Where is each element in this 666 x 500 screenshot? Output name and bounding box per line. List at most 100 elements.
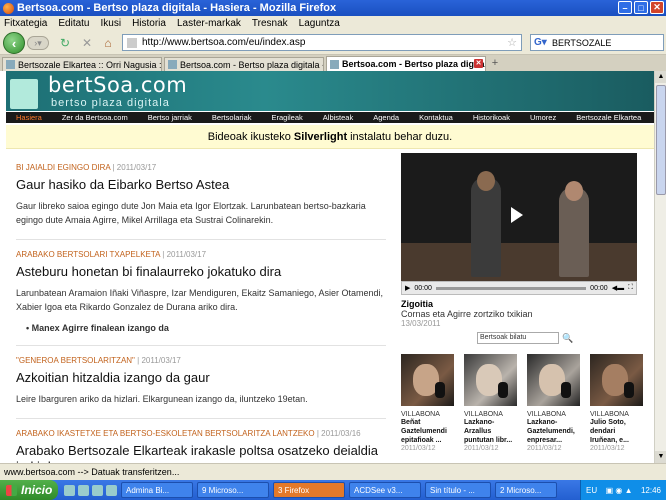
quicklaunch-icon[interactable] — [78, 484, 89, 496]
search-box[interactable]: G▾ BERTSOZALE — [530, 34, 664, 51]
taskbar-item[interactable]: 9 Microso... — [197, 482, 269, 498]
url-bar[interactable]: http://www.bertsoa.com/eu/index.asp ☆ — [122, 34, 522, 51]
window-titlebar: Bertsoa.com - Bertso plaza digitala - Ha… — [0, 0, 666, 16]
search-engine-icon[interactable]: G▾ — [534, 37, 552, 48]
tab-2[interactable]: Bertsoa.com - Bertso plaza digitala - Ze… — [164, 57, 324, 71]
site-nav-zer-da[interactable]: Zer da Bertsoa.com — [52, 113, 138, 122]
video-time-current: 00:00 — [414, 284, 432, 292]
site-nav-bertsozale-elkartea[interactable]: Bertsozale Elkartea — [566, 113, 651, 122]
site-nav-kontaktua[interactable]: Kontaktua — [409, 113, 463, 122]
thumb-title[interactable]: Lazkano-Arzallus puntutan libr... — [464, 418, 517, 445]
reload-icon[interactable]: ↻ — [58, 36, 72, 50]
video-player[interactable] — [401, 153, 637, 281]
thumb-date: 2011/03/12 — [464, 445, 499, 452]
taskbar-item[interactable]: Admina Bi... — [121, 482, 193, 498]
menu-fitxategia[interactable]: Fitxategia — [4, 18, 47, 29]
stop-icon[interactable]: ✕ — [80, 36, 94, 50]
site-nav-hasiera[interactable]: Hasiera — [6, 113, 52, 122]
site-nav-bertso-jarriak[interactable]: Bertso jarriak — [138, 113, 202, 122]
video-stage — [401, 243, 637, 281]
thumb-place: VILLABONA — [401, 411, 440, 418]
start-button[interactable]: Inicio — [0, 480, 58, 500]
maximize-button[interactable]: □ — [634, 1, 648, 14]
taskbar-item[interactable]: 2 Microso... — [495, 482, 557, 498]
minimize-button[interactable]: – — [618, 1, 632, 14]
quicklaunch-icon[interactable] — [106, 484, 117, 496]
video-controls: ▶ 00:00 00:00 ◀▬ ⛶ — [401, 281, 637, 295]
menu-laguntza[interactable]: Laguntza — [299, 18, 340, 29]
page-content: bertSoa.com bertso plaza digitala Hasier… — [0, 71, 654, 463]
divider — [16, 239, 386, 240]
close-tab-icon[interactable]: ✕ — [474, 59, 483, 68]
thumb-image — [401, 354, 454, 406]
thumb-date: 2011/03/12 — [590, 445, 625, 452]
article-headline[interactable]: Arabako Bertsozale Elkarteak irakasle po… — [16, 443, 386, 463]
new-tab-button[interactable]: + — [488, 57, 502, 71]
article-headline[interactable]: Asteburu honetan bi finalaurreko jokatuk… — [16, 264, 386, 280]
video-thumb[interactable]: VILLABONA Lazkano-Arzallus puntutan libr… — [464, 354, 517, 452]
article-headline[interactable]: Azkoitian hitzaldia izango da gaur — [16, 370, 386, 386]
tab-1[interactable]: Bertsozale Elkartea :: Orri Nagusia :: — [2, 57, 162, 71]
site-nav-agenda[interactable]: Agenda — [363, 113, 409, 122]
quicklaunch-icon[interactable] — [92, 484, 103, 496]
article-kicker: ARABAKO IKASTETXE ETA BERTSO-ESKOLETAN B… — [16, 429, 361, 438]
site-nav-albisteak[interactable]: Albisteak — [313, 113, 363, 122]
article-related-link[interactable]: • Manex Agirre finalean izango da — [26, 323, 386, 333]
banner-text-after: instalatu behar duzu. — [350, 130, 453, 143]
video-date: 13/03/2011 — [401, 319, 441, 328]
banner-silverlight-link[interactable]: Silverlight — [294, 131, 347, 143]
system-tray: EU ▣ ◉ ▲ 12:46 — [580, 480, 666, 500]
video-figure-head — [477, 171, 495, 191]
tab-label: Bertsoa.com - Bertso plaza digitala - Ze… — [180, 59, 323, 70]
play-icon[interactable] — [511, 207, 523, 223]
video-title[interactable]: Zigoitia — [401, 299, 645, 309]
vertical-scrollbar[interactable]: ▲ ▼ — [654, 71, 666, 463]
play-button[interactable]: ▶ — [405, 284, 410, 292]
site-nav-eragileak[interactable]: Eragileak — [262, 113, 313, 122]
video-search-input[interactable]: Bertsoak bilatu — [477, 332, 559, 344]
site-nav-bertsolariak[interactable]: Bertsolariak — [202, 113, 262, 122]
back-button[interactable]: ‹ — [3, 32, 25, 54]
close-window-button[interactable]: ✕ — [650, 1, 664, 14]
taskbar-item[interactable]: ACDSee v3... — [349, 482, 421, 498]
menu-editatu[interactable]: Editatu — [58, 18, 89, 29]
home-icon[interactable]: ⌂ — [101, 36, 115, 50]
navigation-toolbar: ‹ ›▾ ↻ ✕ ⌂ http://www.bertsoa.com/eu/ind… — [0, 30, 666, 55]
article-date: 2011/03/17 — [141, 356, 181, 365]
scrollbar-thumb[interactable] — [656, 85, 666, 195]
forward-button[interactable]: ›▾ — [27, 36, 49, 50]
fullscreen-icon[interactable]: ⛶ — [628, 284, 633, 292]
banner-text-before: Bideoak ikusteko — [207, 130, 291, 143]
taskbar-item[interactable]: 3 Firefox — [273, 482, 345, 498]
site-nav-historikoak[interactable]: Historikoak — [463, 113, 520, 122]
video-thumb[interactable]: VILLABONA Beñat Gaztelumendi epitafioak … — [401, 354, 454, 452]
thumb-image — [527, 354, 580, 406]
menu-laster-markak[interactable]: Laster-markak — [177, 18, 241, 29]
site-nav-umorez[interactable]: Umorez — [520, 113, 566, 122]
menu-ikusi[interactable]: Ikusi — [101, 18, 122, 29]
article-headline[interactable]: Gaur hasiko da Eibarko Bertso Astea — [16, 177, 386, 193]
volume-icon[interactable]: ◀▬ — [612, 284, 624, 292]
video-thumb[interactable]: VILLABONA Lazkano-Gaztelumendi, enpresar… — [527, 354, 580, 452]
menu-historia[interactable]: Historia — [132, 18, 166, 29]
tab-favicon — [330, 59, 339, 69]
taskbar-item[interactable]: Sin título - ... — [425, 482, 491, 498]
video-seekbar[interactable] — [435, 286, 587, 290]
menu-tresnak[interactable]: Tresnak — [252, 18, 288, 29]
bookmark-star-icon[interactable]: ☆ — [507, 36, 517, 49]
tray-icons[interactable]: ▣ ◉ ▲ — [606, 486, 633, 495]
logo-tagline: bertso plaza digitala — [51, 97, 170, 109]
site-favicon — [127, 37, 137, 48]
quicklaunch-icon[interactable] — [64, 484, 75, 496]
thumb-title[interactable]: Beñat Gaztelumendi epitafioak ... — [401, 418, 454, 445]
scroll-down-icon[interactable]: ▼ — [655, 451, 666, 463]
video-thumb[interactable]: VILLABONA Julio Soto, dendari Iruñean, e… — [590, 354, 643, 452]
scroll-up-icon[interactable]: ▲ — [655, 71, 666, 83]
article: BI JAIALDI EGINGO DIRA | 2011/03/17 Gaur… — [16, 163, 386, 227]
tab-3[interactable]: Bertsoa.com - Bertso plaza digita... ✕ — [326, 56, 486, 71]
search-icon[interactable]: 🔍 — [562, 333, 573, 344]
thumb-title[interactable]: Lazkano-Gaztelumendi, enpresar... — [527, 418, 580, 445]
thumb-title[interactable]: Julio Soto, dendari Iruñean, e... — [590, 418, 643, 445]
language-indicator[interactable]: EU — [586, 486, 597, 495]
article-kicker: BI JAIALDI EGINGO DIRA | 2011/03/17 — [16, 163, 157, 172]
